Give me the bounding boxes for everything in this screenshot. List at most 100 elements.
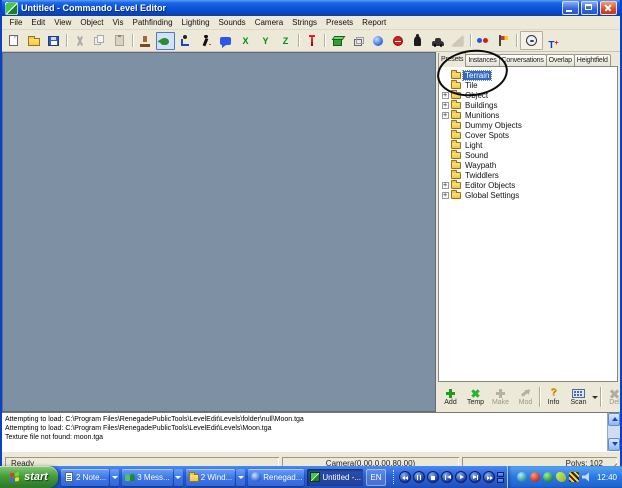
- walkthrough-button[interactable]: [196, 32, 215, 50]
- menu-item[interactable]: Lighting: [177, 18, 214, 27]
- viewport-3d[interactable]: [2, 52, 436, 412]
- tree-item[interactable]: Buildings: [442, 100, 617, 110]
- axis-y-button[interactable]: Y: [256, 32, 275, 50]
- menu-item[interactable]: Strings: [288, 18, 322, 27]
- panel-tab[interactable]: Presets: [438, 53, 466, 67]
- mod-button[interactable]: Mod: [514, 387, 537, 407]
- media-stop-button[interactable]: [427, 471, 439, 483]
- taskbar-button-explorer[interactable]: 2 Wind...: [186, 469, 236, 486]
- add-button[interactable]: Add: [439, 387, 462, 407]
- media-forward-button[interactable]: [483, 471, 495, 483]
- flag-icon: [497, 35, 510, 47]
- tree-item[interactable]: Terrain: [442, 70, 617, 80]
- drop-to-ground-button[interactable]: [302, 32, 321, 50]
- text-tool-button[interactable]: T+: [544, 32, 563, 50]
- expand-plus-icon[interactable]: [442, 102, 449, 109]
- tray-icon-1[interactable]: [517, 472, 527, 482]
- comment-button[interactable]: [216, 32, 235, 50]
- start-button[interactable]: start: [0, 466, 58, 488]
- character-button[interactable]: [408, 32, 427, 50]
- temp-button[interactable]: Temp: [464, 387, 487, 407]
- expand-plus-icon[interactable]: [442, 112, 449, 119]
- group-dropdown-arrow[interactable]: [174, 469, 183, 486]
- media-pause-button[interactable]: [413, 471, 425, 483]
- scroll-up-icon[interactable]: [608, 413, 620, 426]
- media-next-button[interactable]: [469, 471, 481, 483]
- delete-button[interactable]: Del: [603, 387, 622, 407]
- menu-item[interactable]: View: [50, 18, 76, 27]
- tree-item[interactable]: Munitions: [442, 110, 617, 120]
- solid-view-button[interactable]: [328, 32, 347, 50]
- menu-item[interactable]: Camera: [250, 18, 287, 27]
- menu-item[interactable]: Edit: [27, 18, 50, 27]
- tree-item[interactable]: Waypath: [442, 160, 617, 170]
- language-indicator[interactable]: EN: [366, 469, 386, 486]
- measure-button[interactable]: [448, 32, 467, 50]
- media-rewind-button[interactable]: [399, 471, 411, 483]
- orbit-camera-button[interactable]: [176, 32, 195, 50]
- toolbar-separator: [470, 34, 471, 47]
- volume-icon[interactable]: [582, 472, 592, 482]
- expand-plus-icon[interactable]: [442, 92, 449, 99]
- copy-button[interactable]: [90, 32, 109, 50]
- tray-icon-3[interactable]: [543, 472, 553, 482]
- cut-button[interactable]: [70, 32, 89, 50]
- media-play-button[interactable]: [455, 471, 467, 483]
- scan-dropdown-arrow[interactable]: [592, 388, 598, 406]
- save-button[interactable]: [44, 32, 63, 50]
- make-button[interactable]: Make: [489, 387, 512, 407]
- menu-item[interactable]: Pathfinding: [128, 18, 177, 27]
- taskbar-button-notepad[interactable]: 2 Note...: [61, 469, 109, 486]
- band-expand-buttons[interactable]: [497, 472, 504, 483]
- flag-button[interactable]: [494, 32, 513, 50]
- scroll-down-icon[interactable]: [608, 438, 620, 451]
- media-previous-button[interactable]: [441, 471, 453, 483]
- tree-item[interactable]: Tile: [442, 80, 617, 90]
- minimize-button[interactable]: [562, 1, 579, 15]
- menu-item[interactable]: Report: [358, 18, 391, 27]
- tree-item[interactable]: Dummy Objects: [442, 120, 617, 130]
- title-bar[interactable]: Untitled - Commando Level Editor: [2, 0, 620, 16]
- object-mode-button[interactable]: [156, 32, 175, 50]
- log-scrollbar[interactable]: [607, 413, 620, 451]
- axis-x-button[interactable]: X: [236, 32, 255, 50]
- wireframe-view-button[interactable]: [348, 32, 367, 50]
- expand-plus-icon[interactable]: [442, 182, 449, 189]
- group-dropdown-arrow[interactable]: [236, 469, 245, 486]
- paste-button[interactable]: [110, 32, 129, 50]
- maximize-button[interactable]: [581, 1, 598, 15]
- band-grip[interactable]: [393, 470, 397, 484]
- close-button[interactable]: [600, 1, 617, 15]
- vis-points-button[interactable]: [368, 32, 387, 50]
- info-button[interactable]: ?Info: [542, 387, 565, 407]
- vehicle-button[interactable]: [428, 32, 447, 50]
- taskbar-button-messenger[interactable]: 3 Mess...: [122, 469, 172, 486]
- toggle-blockers-button[interactable]: [388, 32, 407, 50]
- tree-item[interactable]: Global Settings: [442, 190, 617, 200]
- tree-item[interactable]: Object: [442, 90, 617, 100]
- tray-icon-5[interactable]: [569, 472, 579, 482]
- tray-icon-4[interactable]: [556, 472, 566, 482]
- new-button[interactable]: [4, 32, 23, 50]
- menu-item[interactable]: Object: [76, 18, 108, 27]
- circled-teapot-button[interactable]: [522, 32, 541, 50]
- tree-item[interactable]: Editor Objects: [442, 180, 617, 190]
- tray-icon-2[interactable]: [530, 472, 540, 482]
- menu-item[interactable]: File: [5, 18, 27, 27]
- taskbar-button-renegade[interactable]: Renegad...: [248, 469, 304, 486]
- open-button[interactable]: [24, 32, 43, 50]
- tree-item[interactable]: Twiddlers: [442, 170, 617, 180]
- menu-item[interactable]: Vis: [108, 18, 128, 27]
- axis-z-button[interactable]: Z: [276, 32, 295, 50]
- paint-vertex-button[interactable]: [474, 32, 493, 50]
- tree-item[interactable]: Sound: [442, 150, 617, 160]
- menu-item[interactable]: Presets: [322, 18, 358, 27]
- tree-item[interactable]: Cover Spots: [442, 130, 617, 140]
- scan-button[interactable]: Scan: [567, 387, 590, 407]
- group-dropdown-arrow[interactable]: [110, 469, 119, 486]
- menu-item[interactable]: Sounds: [214, 18, 250, 27]
- taskbar-button-leveledit[interactable]: Untitled -...: [307, 469, 363, 486]
- expand-plus-icon[interactable]: [442, 192, 449, 199]
- stamp-mode-button[interactable]: [136, 32, 155, 50]
- tree-item[interactable]: Light: [442, 140, 617, 150]
